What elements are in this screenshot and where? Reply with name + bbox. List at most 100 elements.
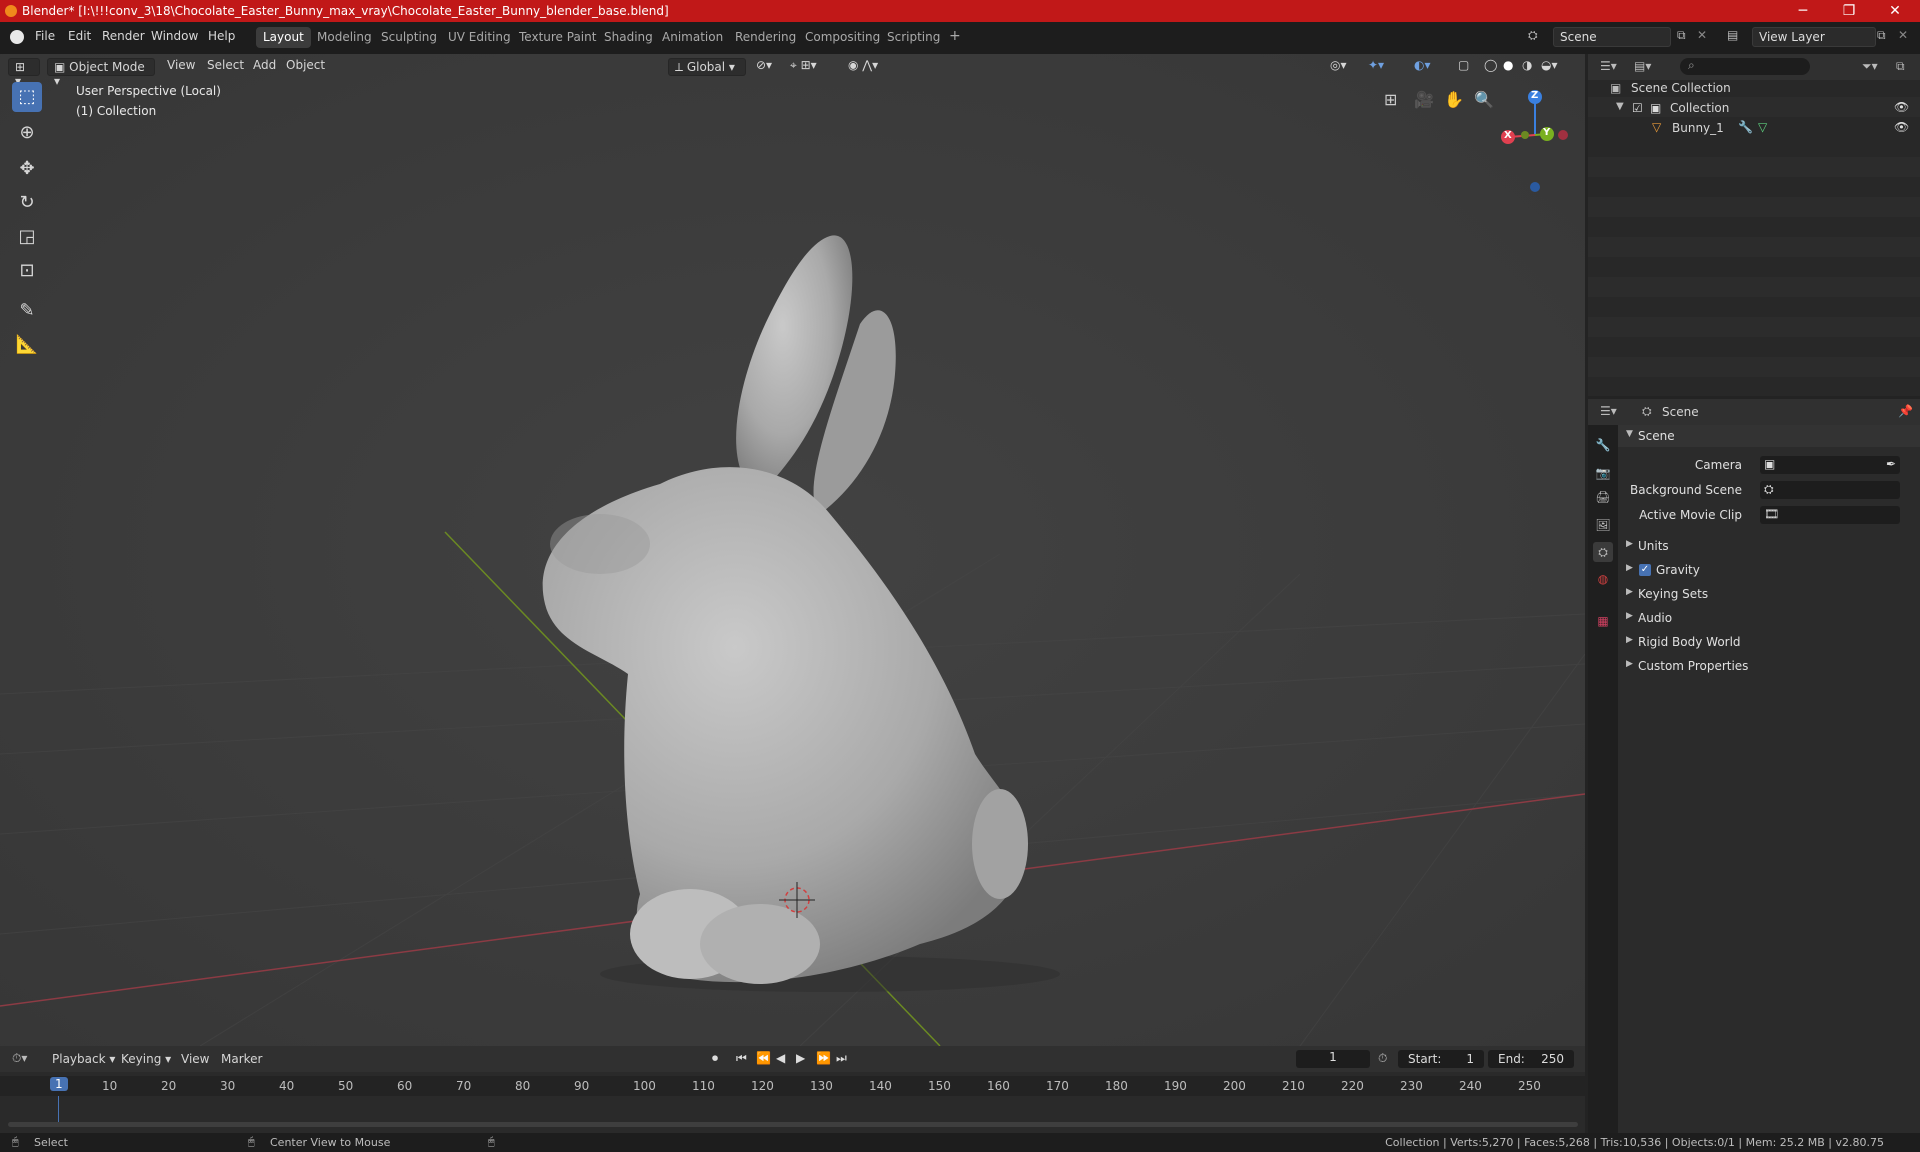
eyedropper-icon[interactable]: ✒ — [1886, 457, 1896, 471]
measure-tool-icon[interactable]: 📐 — [12, 330, 42, 360]
proportional-edit-icon[interactable]: ◉ ⋀▾ — [848, 58, 878, 76]
mode-selector[interactable]: ▣ Object Mode ▾ — [47, 58, 155, 88]
scene-tab-icon[interactable]: ⛭ — [1593, 542, 1613, 562]
tool-tab-icon[interactable]: 🔧 — [1593, 435, 1613, 455]
transform-tool-icon[interactable]: ⊡ — [12, 256, 42, 286]
bunny-visibility-icon[interactable]: 👁 — [1894, 120, 1909, 134]
view-layer-field[interactable]: View Layer — [1752, 27, 1876, 47]
new-scene-icon[interactable]: ⧉ — [1677, 28, 1686, 43]
select-box-tool-icon[interactable]: ⬚ — [12, 82, 42, 112]
add-workspace-button[interactable]: + — [943, 27, 967, 48]
next-keyframe-icon[interactable]: ⏩ — [816, 1051, 831, 1065]
menu-object[interactable]: Object — [286, 58, 325, 76]
texture-tab-icon[interactable]: ▦ — [1593, 611, 1613, 631]
menu-window[interactable]: Window — [151, 29, 198, 43]
maximize-button[interactable]: ❐ — [1826, 0, 1872, 22]
rendered-shading-icon[interactable]: ◒▾ — [1541, 58, 1558, 76]
tab-uv-editing[interactable]: UV Editing — [441, 27, 518, 48]
rigid-body-world-panel-header[interactable]: ▶ Rigid Body World — [1618, 631, 1920, 653]
mesh-data-icon[interactable]: ▽ — [1758, 120, 1767, 134]
camera-field[interactable]: ▣ ✒ — [1760, 456, 1900, 474]
collection-checkbox-icon[interactable]: ☑ — [1632, 101, 1643, 115]
scene-panel-header[interactable]: ▼ Scene — [1618, 425, 1920, 447]
gravity-panel-header[interactable]: ▶ ✓ Gravity — [1618, 559, 1920, 581]
menu-render[interactable]: Render — [102, 29, 145, 43]
overlay-toggle-icon[interactable]: ◐▾ — [1414, 58, 1431, 76]
tab-scripting[interactable]: Scripting — [880, 27, 947, 48]
tab-rendering[interactable]: Rendering — [728, 27, 803, 48]
outliner-search-input[interactable]: ⌕ — [1680, 58, 1810, 75]
background-scene-field[interactable]: ⛭ — [1760, 481, 1900, 499]
editor-type-button[interactable]: ⊞ ▾ — [8, 58, 40, 88]
tab-texture-paint[interactable]: Texture Paint — [512, 27, 603, 48]
tab-sculpting[interactable]: Sculpting — [374, 27, 444, 48]
active-movie-clip-field[interactable]: 🎞 — [1760, 506, 1900, 524]
move-tool-icon[interactable]: ✥ — [12, 154, 42, 184]
preview-range-icon[interactable]: ⏱ — [1378, 1051, 1387, 1066]
xray-toggle-icon[interactable]: ▢ — [1458, 58, 1469, 76]
menu-marker[interactable]: Marker — [221, 1052, 262, 1066]
jump-end-icon[interactable]: ⏭ — [836, 1051, 847, 1066]
menu-edit[interactable]: Edit — [68, 29, 91, 43]
delete-view-layer-icon[interactable]: ✕ — [1898, 28, 1908, 42]
tab-animation[interactable]: Animation — [655, 27, 730, 48]
timeline-scrollbar[interactable] — [8, 1122, 1578, 1127]
menu-timeline-view[interactable]: View — [181, 1052, 209, 1066]
transform-orientation-selector[interactable]: ⟂ Global ▾ — [668, 58, 746, 76]
view-layer-tab-icon[interactable]: 🖼 — [1593, 515, 1613, 535]
current-frame-field[interactable]: 1 — [1296, 1050, 1370, 1068]
new-collection-icon[interactable]: ⧉ — [1896, 59, 1905, 74]
outliner-editor-type-icon[interactable]: ☰▾ — [1600, 59, 1617, 73]
tab-modeling[interactable]: Modeling — [310, 27, 379, 48]
keying-sets-panel-header[interactable]: ▶ Keying Sets — [1618, 583, 1920, 605]
navigation-gizmo[interactable]: Z X Y — [1495, 84, 1575, 194]
visibility-icon[interactable]: ◎▾ — [1330, 58, 1347, 76]
menu-file[interactable]: File — [35, 29, 55, 43]
menu-select[interactable]: Select — [207, 58, 244, 76]
pivot-point-icon[interactable]: ⊘▾ — [756, 58, 772, 76]
tab-shading[interactable]: Shading — [597, 27, 660, 48]
toggle-grid-icon[interactable]: ⊞ — [1384, 90, 1397, 109]
output-tab-icon[interactable]: 🖨 — [1593, 487, 1613, 507]
scene-field[interactable]: Scene — [1553, 27, 1671, 47]
menu-keying[interactable]: Keying ▾ — [121, 1052, 171, 1066]
menu-playback[interactable]: Playback ▾ — [52, 1052, 115, 1066]
scale-tool-icon[interactable]: ◲ — [12, 222, 42, 252]
pin-icon[interactable]: 📌 — [1898, 404, 1913, 418]
outliner-row-bunny[interactable]: ▽ Bunny_1 🔧 ▽ 👁 — [1588, 117, 1920, 137]
start-frame-field[interactable]: Start: 1 — [1398, 1050, 1484, 1068]
outliner-row-scene-collection[interactable]: ▣ Scene Collection — [1588, 77, 1920, 97]
audio-panel-header[interactable]: ▶ Audio — [1618, 607, 1920, 629]
scene-selector-icon[interactable]: ⛭ — [1528, 28, 1538, 43]
modifier-wrench-icon[interactable]: 🔧 — [1738, 120, 1753, 134]
menu-add[interactable]: Add — [253, 58, 276, 76]
material-shading-icon[interactable]: ◑ — [1522, 58, 1532, 76]
cursor-tool-icon[interactable]: ⊕ — [12, 118, 42, 148]
current-frame-marker[interactable]: 1 — [50, 1077, 68, 1091]
solid-shading-icon[interactable]: ● — [1503, 58, 1513, 76]
world-tab-icon[interactable]: ◍ — [1593, 569, 1613, 589]
wireframe-shading-icon[interactable]: ◯ — [1484, 58, 1497, 76]
jump-start-icon[interactable]: ⏮ — [736, 1051, 747, 1066]
filter-icon[interactable]: ⏷▾ — [1862, 59, 1878, 74]
camera-view-icon[interactable]: 🎥 — [1414, 90, 1434, 109]
menu-help[interactable]: Help — [208, 29, 235, 43]
custom-properties-panel-header[interactable]: ▶ Custom Properties — [1618, 655, 1920, 677]
play-icon[interactable]: ▶ — [796, 1051, 805, 1065]
rotate-tool-icon[interactable]: ↻ — [12, 188, 42, 218]
gizmo-toggle-icon[interactable]: ✦▾ — [1368, 58, 1384, 76]
close-button[interactable]: ✕ — [1872, 0, 1918, 22]
units-panel-header[interactable]: ▶ Units — [1618, 535, 1920, 557]
snap-icon[interactable]: ⌖ ⊞▾ — [790, 58, 817, 76]
properties-editor-type-icon[interactable]: ☰▾ — [1600, 404, 1617, 418]
frame-ruler[interactable]: 1 10 20 30 40 50 60 70 80 90 100 110 120 130 140 150 160… — [0, 1076, 1585, 1096]
view-layer-icon[interactable]: ▤ — [1727, 28, 1738, 42]
menu-view[interactable]: View — [167, 58, 195, 76]
annotate-tool-icon[interactable]: ✎ — [12, 296, 42, 326]
pan-view-icon[interactable]: ✋ — [1444, 90, 1464, 109]
tab-layout[interactable]: Layout — [256, 27, 311, 48]
minimize-button[interactable]: ─ — [1780, 0, 1826, 22]
collection-expand-icon[interactable]: ▼ — [1616, 101, 1624, 112]
record-button-icon[interactable]: ⏺ — [712, 1051, 718, 1066]
prev-keyframe-icon[interactable]: ⏪ — [756, 1051, 771, 1065]
